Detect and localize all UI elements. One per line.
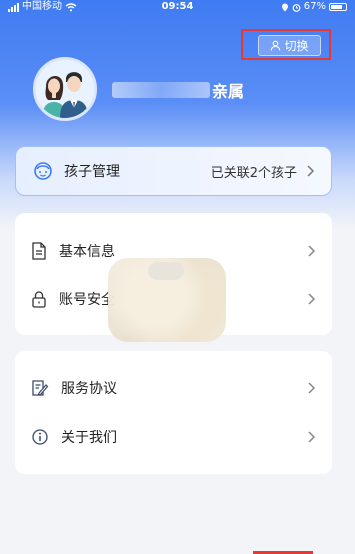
kids-management-label: 孩子管理 [64,164,120,180]
status-bar-right: 67% [281,0,347,14]
agreement-icon [32,380,49,396]
kid-face-icon [34,162,52,180]
chevron-right-icon [307,165,315,177]
switch-button[interactable]: 切换 [258,35,321,56]
parents-avatar-image [36,60,94,118]
settings-item-about-us[interactable]: 关于我们 [15,413,332,461]
avatar[interactable] [33,57,97,121]
name-redacted [112,82,210,98]
chevron-right-icon [308,293,316,305]
battery-icon [329,3,347,11]
location-icon [281,3,288,11]
document-icon [32,242,46,260]
lock-icon [32,291,46,308]
chevron-right-icon [308,431,316,443]
settings-item-label: 服务协议 [61,381,117,397]
user-icon [271,40,281,51]
name-suffix: 亲属 [212,82,245,101]
switch-label: 切换 [284,39,309,53]
settings-item-service-agreement[interactable]: 服务协议 [15,364,332,412]
chevron-right-icon [308,382,316,394]
alarm-icon [292,3,301,12]
settings-item-label: 关于我们 [61,430,117,446]
kids-linked-status: 已关联2个孩子 [210,165,297,181]
settings-card-about: 服务协议 关于我们 [15,351,332,474]
status-bar: 中国移动 09:54 67% [0,0,355,14]
kids-management-card[interactable]: 孩子管理 已关联2个孩子 [15,146,332,196]
settings-item-label: 账号安全 [59,292,115,308]
chevron-right-icon [308,245,316,257]
settings-item-label: 基本信息 [59,244,115,260]
battery-percent: 67% [303,1,326,12]
redaction-overlay-detail [148,262,184,280]
info-icon [32,429,48,445]
user-name: 亲属 [112,78,244,102]
